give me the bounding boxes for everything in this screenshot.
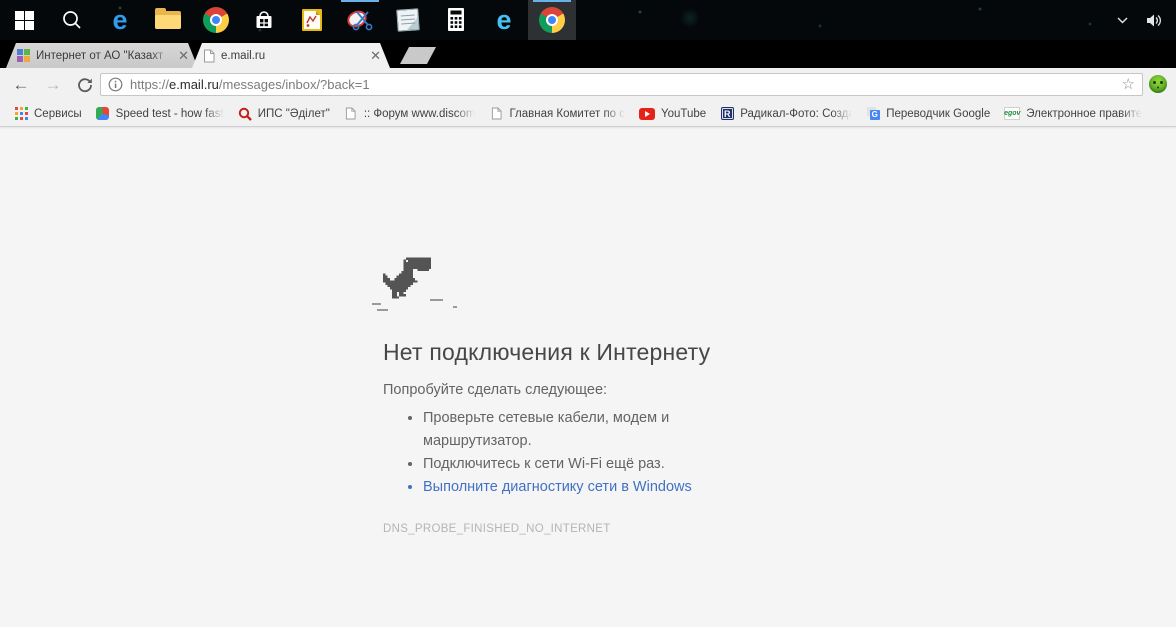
bookmark-speedtest[interactable]: Speed test - how fast [89,103,231,125]
egov-icon: egov [1004,107,1020,121]
chrome-icon [539,7,565,33]
bookmark-ips-adilet[interactable]: ИПС "Әділет" [231,103,337,125]
taskbar-chrome-button[interactable] [192,0,240,40]
bookmarks-bar: Сервисы Speed test - how fast ИПС "Әділе… [0,101,1176,127]
url-text[interactable]: https://e.mail.ru/messages/inbox/?back=1 [130,77,370,92]
speaker-icon [1146,13,1163,28]
tab-title: e.mail.ru [221,50,363,62]
youtube-icon [639,107,655,121]
new-tab-button[interactable] [400,47,436,64]
radikal-icon: R [720,107,734,121]
show-hidden-icons-button[interactable] [1110,0,1134,40]
extension-icon[interactable] [1149,75,1167,93]
taskbar-file-explorer-button[interactable] [144,0,192,40]
bookmark-google-translate[interactable]: G Переводчик Google [859,103,997,125]
back-button[interactable]: ← [8,72,34,98]
reload-icon [77,77,93,93]
forward-button[interactable]: → [40,72,66,98]
speedtest-icon [96,107,110,121]
tab-emailru[interactable]: e.mail.ru ✕ [192,43,390,68]
error-title: Нет подключения к Интернету [383,339,720,366]
page-icon [489,107,503,121]
dino-icon [383,257,431,305]
suggestion-item: Выполните диагностику сети в Windows [423,476,720,499]
store-bag-icon [252,8,276,32]
taskbar-snipping-tool-button[interactable] [336,0,384,40]
system-tray [1110,0,1176,40]
error-code: DNS_PROBE_FINISHED_NO_INTERNET [383,523,720,535]
tab-strip: Интернет от АО "Казахт ✕ e.mail.ru ✕ [0,40,1176,68]
bookmark-star-icon[interactable]: ☆ [1122,77,1135,92]
suggestion-item: Проверьте сетевые кабели, модем и маршру… [423,407,720,453]
network-error-page: Нет подключения к Интернету Попробуйте с… [0,128,720,535]
windows-logo-icon [15,11,34,30]
volume-button[interactable] [1140,0,1168,40]
taskbar: e [0,0,1176,40]
page-icon [203,49,215,63]
bookmark-egov[interactable]: egov Электронное правите [997,103,1149,125]
close-icon[interactable]: ✕ [177,49,190,62]
reload-button[interactable] [72,72,98,98]
search-icon [61,9,83,31]
taskbar-edge-button[interactable]: e [96,0,144,40]
error-subtitle: Попробуйте сделать следующее: [383,382,720,398]
red-magnifier-icon [238,107,252,121]
bookmark-forum-discom[interactable]: :: Форум www.discom [337,103,483,125]
bookmark-servisy[interactable]: Сервисы [7,103,89,125]
calculator-icon [445,7,467,33]
diagnose-network-link[interactable]: Выполните диагностику сети в Windows [423,479,692,495]
tab-title: Интернет от АО "Казахт [36,50,171,62]
services-grid-icon [17,49,30,62]
info-icon[interactable] [108,77,123,92]
suggestion-list: Проверьте сетевые кабели, модем и маршру… [383,407,720,499]
document-app-icon [299,7,325,33]
taskbar-libreoffice-button[interactable] [288,0,336,40]
scissors-icon [346,8,374,32]
notepad-icon [396,8,419,31]
browser-toolbar: ← → https://e.mail.ru/messages/inbox/?ba… [0,68,1176,101]
taskbar-chrome-active-button[interactable] [528,0,576,40]
taskbar-notepad-button[interactable] [384,0,432,40]
start-button[interactable] [0,0,48,40]
bookmark-radikal-foto[interactable]: R Радикал-Фото: Созда [713,103,859,125]
taskbar-ie-button[interactable]: e [480,0,528,40]
google-translate-icon: G [866,107,880,121]
suggestion-item: Подключитесь к сети Wi-Fi ещё раз. [423,453,720,476]
apps-grid-icon [14,107,28,121]
chrome-icon [203,7,229,33]
taskbar-store-button[interactable] [240,0,288,40]
chevron-down-icon [1117,17,1128,24]
bookmark-youtube[interactable]: YouTube [632,103,713,125]
tab-internet-kazakhtelecom[interactable]: Интернет от АО "Казахт ✕ [6,43,198,68]
url-host: e.mail.ru [169,77,219,92]
page-content: Нет подключения к Интернету Попробуйте с… [0,128,1176,627]
close-icon[interactable]: ✕ [369,49,382,62]
ie-icon: e [496,7,511,34]
edge-icon: e [112,7,127,34]
bookmark-glavnaya-komitet[interactable]: Главная Комитет по с [482,103,632,125]
folder-icon [155,11,181,29]
taskbar-calculator-button[interactable] [432,0,480,40]
taskbar-search-button[interactable] [48,0,96,40]
page-icon [344,107,358,121]
address-bar[interactable]: https://e.mail.ru/messages/inbox/?back=1… [100,73,1143,96]
